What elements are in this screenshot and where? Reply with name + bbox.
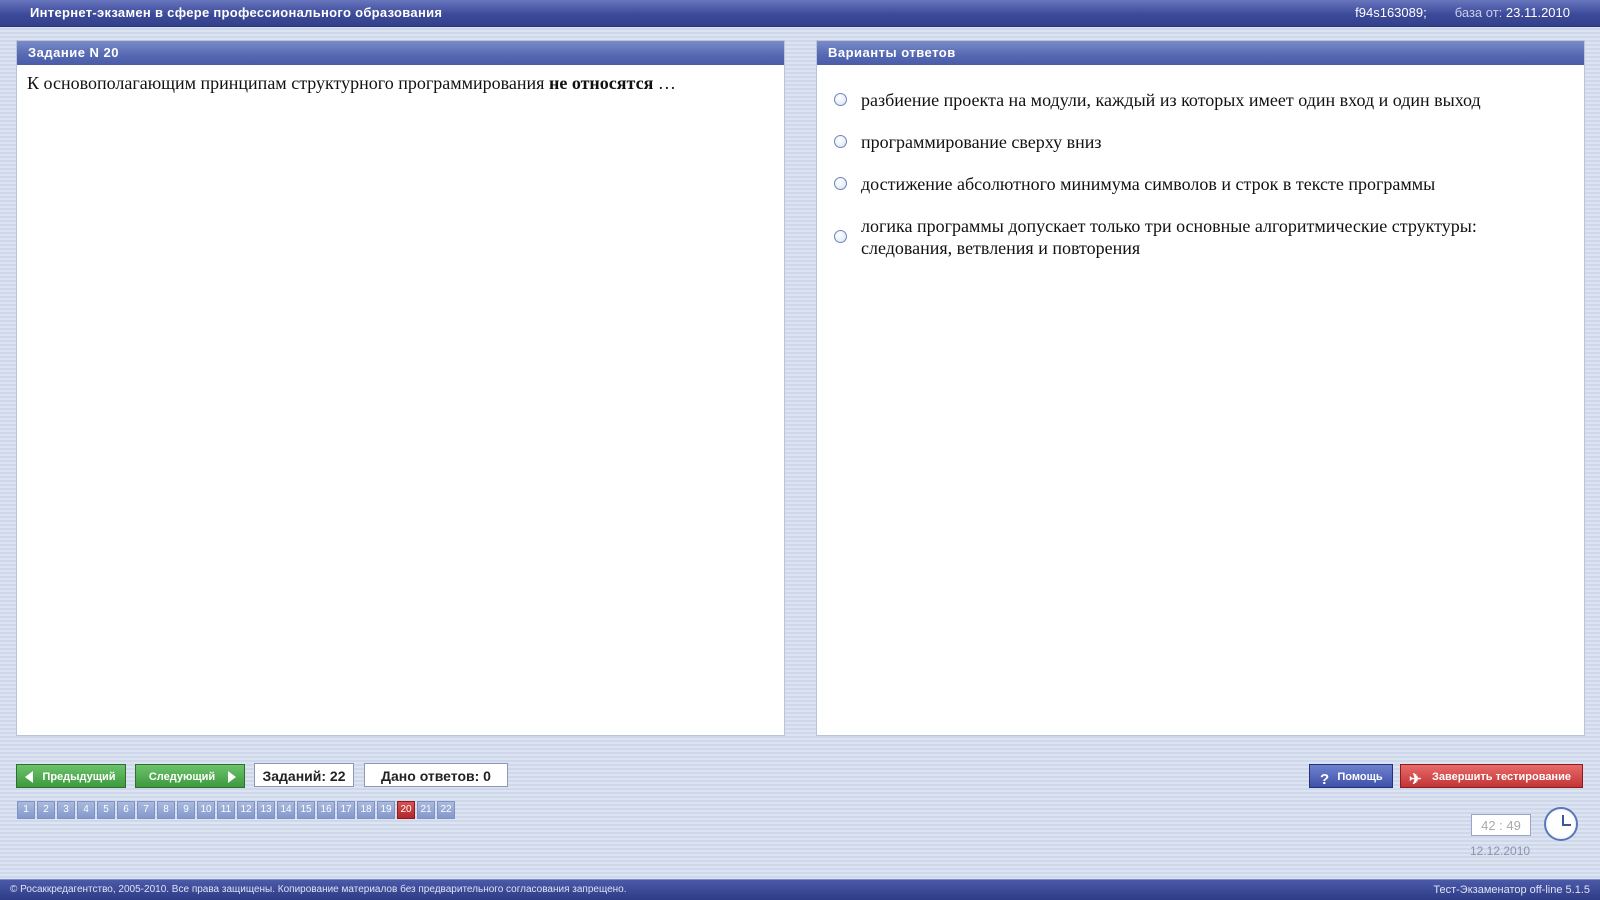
finish-test-button[interactable]: ✈ Завершить тестирование xyxy=(1400,764,1583,788)
radio-button[interactable] xyxy=(834,93,847,106)
page-button-20-current[interactable]: 20 xyxy=(397,801,415,819)
question-suffix: … xyxy=(653,73,676,93)
page-button-10[interactable]: 10 xyxy=(197,801,215,819)
answers-header: Варианты ответов xyxy=(817,41,1584,65)
page-button-3[interactable]: 3 xyxy=(57,801,75,819)
answer-label: достижение абсолютного минимума символов… xyxy=(861,174,1436,194)
app-title-bar: Интернет-экзамен в сфере профессионально… xyxy=(0,0,1600,27)
page-button-8[interactable]: 8 xyxy=(157,801,175,819)
page-button-5[interactable]: 5 xyxy=(97,801,115,819)
page-button-2[interactable]: 2 xyxy=(37,801,55,819)
page-button-13[interactable]: 13 xyxy=(257,801,275,819)
arrow-left-icon xyxy=(25,771,33,783)
session-id: f94s163089; xyxy=(1355,5,1427,20)
page-button-6[interactable]: 6 xyxy=(117,801,135,819)
answers-panel: Варианты ответов разбиение проекта на мо… xyxy=(816,40,1585,736)
next-label: Следующий xyxy=(148,771,216,783)
app-title: Интернет-экзамен в сфере профессионально… xyxy=(30,5,443,20)
page-button-18[interactable]: 18 xyxy=(357,801,375,819)
page-button-12[interactable]: 12 xyxy=(237,801,255,819)
radio-button[interactable] xyxy=(834,230,847,243)
arrow-right-icon xyxy=(228,771,236,783)
finish-label: Завершить тестирование xyxy=(1432,771,1571,783)
db-label: база от: xyxy=(1454,5,1503,20)
answer-option-3[interactable]: достижение абсолютного минимума символов… xyxy=(817,163,1584,205)
question-mark-icon: ? xyxy=(1320,771,1330,788)
question-emphasis: не относятся xyxy=(548,73,654,93)
session-info: f94s163089; база от: 23.11.2010 xyxy=(1355,5,1570,20)
clock-icon xyxy=(1544,807,1578,841)
page-button-17[interactable]: 17 xyxy=(337,801,355,819)
task-header: Задание N 20 xyxy=(17,41,784,65)
timer-display: 42 : 49 xyxy=(1471,814,1531,836)
answer-label: логика программы допускает только три ос… xyxy=(861,216,1477,258)
answered-count: Дано ответов: 0 xyxy=(364,763,508,787)
copyright-text: © Росаккредагентство, 2005-2010. Все пра… xyxy=(10,884,627,895)
page-button-22[interactable]: 22 xyxy=(437,801,455,819)
page-button-19[interactable]: 19 xyxy=(377,801,395,819)
running-man-icon: ✈ xyxy=(1409,771,1422,788)
answer-label: разбиение проекта на модули, каждый из к… xyxy=(861,90,1481,110)
answer-option-4[interactable]: логика программы допускает только три ос… xyxy=(817,205,1584,269)
question-text: К основополагающим принципам структурног… xyxy=(17,65,784,102)
answer-list: разбиение проекта на модули, каждый из к… xyxy=(817,65,1584,269)
answer-option-2[interactable]: программирование сверху вниз xyxy=(817,121,1584,163)
page-button-11[interactable]: 11 xyxy=(217,801,235,819)
version-text: Тест-Экзаменатор off-line 5.1.5 xyxy=(1433,884,1590,896)
page-button-14[interactable]: 14 xyxy=(277,801,295,819)
clock-hand xyxy=(1562,824,1571,826)
page-navigator: 1 2 3 4 5 6 7 8 9 10 11 12 13 14 15 16 1… xyxy=(17,801,457,819)
answer-option-1[interactable]: разбиение проекта на модули, каждый из к… xyxy=(817,79,1584,121)
current-date: 12.12.2010 xyxy=(1470,844,1531,858)
radio-button[interactable] xyxy=(834,135,847,148)
page-button-15[interactable]: 15 xyxy=(297,801,315,819)
page-button-1[interactable]: 1 xyxy=(17,801,35,819)
previous-button[interactable]: Предыдущий xyxy=(16,764,126,788)
help-button[interactable]: ? Помощь xyxy=(1309,764,1393,788)
page-button-16[interactable]: 16 xyxy=(317,801,335,819)
page-button-7[interactable]: 7 xyxy=(137,801,155,819)
page-button-9[interactable]: 9 xyxy=(177,801,195,819)
db-date: 23.11.2010 xyxy=(1505,5,1570,20)
answer-label: программирование сверху вниз xyxy=(861,132,1102,152)
page-button-4[interactable]: 4 xyxy=(77,801,95,819)
radio-button[interactable] xyxy=(834,177,847,190)
tasks-count: Заданий: 22 xyxy=(254,763,354,787)
previous-label: Предыдущий xyxy=(42,771,116,783)
next-button[interactable]: Следующий xyxy=(135,764,245,788)
question-prefix: К основополагающим принципам структурног… xyxy=(27,73,549,93)
footer-bar: © Росаккредагентство, 2005-2010. Все пра… xyxy=(0,879,1600,900)
page-button-21[interactable]: 21 xyxy=(417,801,435,819)
task-panel: Задание N 20 К основополагающим принципа… xyxy=(16,40,785,736)
